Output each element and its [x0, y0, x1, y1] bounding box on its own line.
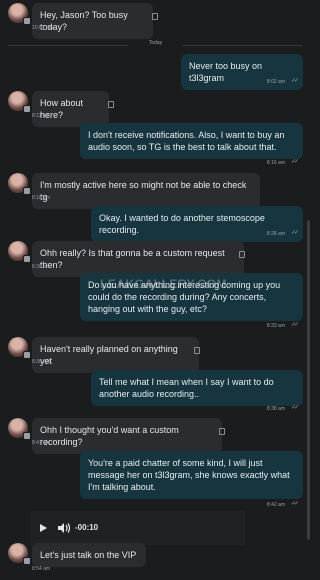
message-text: Never too busy on t3l3gram: [189, 61, 263, 83]
message-bubble: Let's just talk on the VIP: [32, 543, 146, 567]
avatar[interactable]: [8, 173, 31, 195]
date-label: Today: [148, 40, 163, 46]
message-time: 10:01 pm: [32, 25, 53, 31]
audio-duration: -00:10: [75, 523, 99, 532]
message-time: 8:36 am: [32, 359, 51, 365]
scrollbar[interactable]: [307, 220, 310, 540]
message-time: 8:42 am: [266, 502, 285, 508]
double-check-icon: ✓✓: [290, 159, 299, 165]
message-bubble: Hey, Jason? Too busy today?: [32, 3, 153, 39]
message-time: 8:41 am: [32, 440, 51, 446]
play-icon[interactable]: [40, 524, 47, 532]
avatar[interactable]: [8, 91, 31, 113]
double-check-icon: ✓✓: [290, 501, 299, 507]
double-check-icon: ✓✓: [290, 405, 299, 411]
lock-icon: [194, 347, 200, 354]
message-text: Ohh I thought you'd want a custom record…: [40, 425, 179, 447]
message-bubble: Tell me what I mean when I say I want to…: [91, 370, 303, 406]
message-text: Hey, Jason? Too busy today?: [40, 10, 128, 32]
avatar[interactable]: [8, 241, 31, 263]
message-text: I'm mostly active here so might not be a…: [40, 180, 247, 202]
audio-player[interactable]: -00:10: [30, 511, 245, 545]
message-bubble: I'm mostly active here so might not be a…: [32, 173, 260, 209]
message-time: 8:28 am: [266, 231, 285, 237]
message-time: 8:16 am: [266, 160, 285, 166]
message-time: 8:54 am: [32, 566, 51, 572]
lock-icon: [239, 251, 245, 258]
double-check-icon: ✓✓: [290, 230, 299, 236]
message-bubble: I don't receive notifications. Also, I w…: [80, 123, 303, 159]
avatar[interactable]: [8, 3, 31, 25]
message-bubble: Haven't really planned on anything yet: [32, 337, 199, 373]
message-text: Tell me what I mean when I say I want to…: [99, 377, 274, 399]
message-bubble: You're a paid chatter of some kind, I wi…: [80, 451, 303, 499]
message-text: Let's just talk on the VIP: [40, 550, 137, 560]
message-time: 8:38 am: [266, 406, 285, 412]
date-separator: Today: [0, 40, 311, 50]
message-bubble: How about here?: [32, 91, 109, 127]
message-time: 8:02 am: [266, 79, 285, 85]
message-time: 8:18 am: [32, 195, 51, 201]
message-bubble: Ohh really? Is that gonna be a custom re…: [32, 241, 244, 277]
avatar[interactable]: [8, 337, 31, 359]
lock-icon: [152, 13, 158, 20]
message-time: 8:30 am: [32, 264, 51, 270]
message-text: I don't receive notifications. Also, I w…: [88, 130, 285, 152]
lock-icon: [108, 101, 114, 108]
message-time: 8:33 am: [266, 323, 285, 329]
watermark: LEAKGALLERY.COM: [100, 277, 228, 291]
message-bubble: Ohh I thought you'd want a custom record…: [32, 418, 222, 454]
message-text: You're a paid chatter of some kind, I wi…: [88, 458, 290, 492]
message-text: Ohh really? Is that gonna be a custom re…: [40, 248, 225, 270]
volume-icon[interactable]: [57, 521, 71, 535]
avatar[interactable]: [8, 543, 31, 565]
double-check-icon: ✓✓: [290, 322, 299, 328]
double-check-icon: ✓✓: [290, 78, 299, 84]
lock-icon: [219, 428, 225, 435]
message-text: Okay. I wanted to do another stemoscope …: [99, 213, 265, 235]
message-time: 8:11 am: [32, 113, 50, 119]
avatar[interactable]: [8, 418, 31, 440]
message-text: Haven't really planned on anything yet: [40, 344, 178, 366]
